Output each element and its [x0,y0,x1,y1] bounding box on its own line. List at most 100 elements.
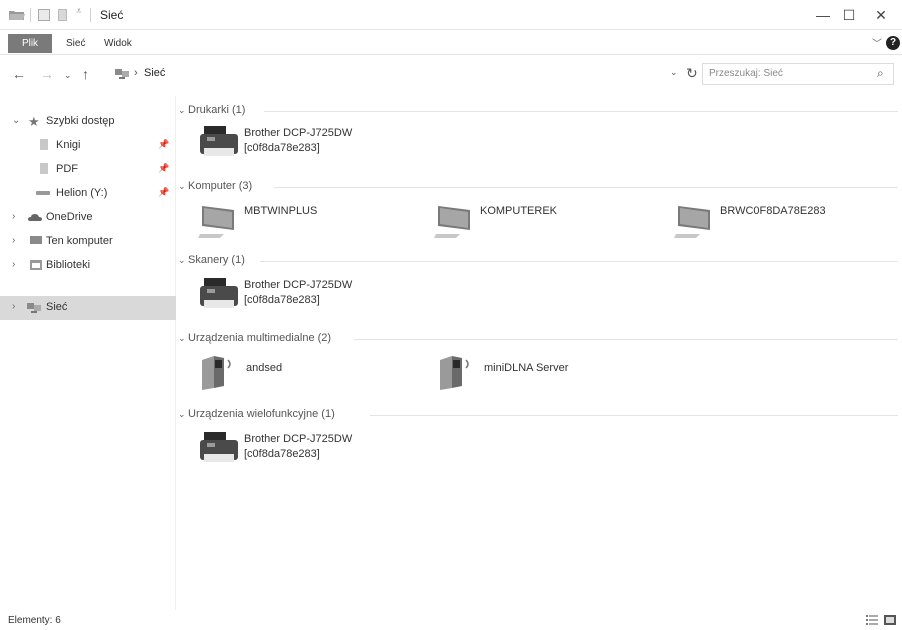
sidebar-item-quick-access[interactable]: ⌄ ★ Szybki dostęp [0,110,176,134]
computer-icon [674,206,710,238]
chevron-right-icon[interactable]: › [12,235,15,246]
list-item[interactable]: andsed [200,352,430,396]
list-item[interactable]: KOMPUTEREK [434,202,664,246]
list-item[interactable]: Brother DCP-J725DW [c0f8da78e283] [198,276,428,320]
pin-icon[interactable]: 📌 [158,139,169,150]
pin-icon[interactable]: 📌 [158,163,169,174]
list-item[interactable]: miniDLNA Server [438,352,668,396]
list-item[interactable]: Brother DCP-J725DW [c0f8da78e283] [198,124,428,168]
divider [264,111,898,112]
new-folder-icon[interactable] [58,9,67,21]
computer-icon [30,236,42,244]
folder-icon[interactable] [8,9,26,21]
item-name: MBTWINPLUS [244,205,318,217]
item-name: andsed [246,362,283,374]
address-bar-row: ← → ⌄ ↑ › Sieć ⌄ ↻ Przeszukaj: Sieć ⌕ [0,56,902,92]
group-header-media-devices[interactable]: ⌄ Urządzenia multimedialne (2) [178,332,898,346]
expand-ribbon-icon[interactable]: ﹀ [872,35,882,50]
up-button[interactable]: ↑ [82,66,89,82]
group-header-scanners[interactable]: ⌄ Skanery (1) [178,254,898,268]
sidebar-item-label: Ten komputer [46,235,113,247]
pin-icon[interactable]: 📌 [158,187,169,198]
sidebar-item-pdf[interactable]: PDF 📌 [0,158,176,182]
search-input[interactable]: Przeszukaj: Sieć ⌕ [702,63,894,85]
address-field[interactable]: › Sieć ⌄ ↻ [108,63,700,85]
chevron-down-icon[interactable]: ⌄ [178,255,186,266]
breadcrumb-chevron-icon[interactable]: › [134,67,138,79]
file-list: ⌄ Drukarki (1) Brother DCP-J725DW [c0f8d… [178,96,900,610]
separator [30,8,31,22]
list-item[interactable]: Brother DCP-J725DW [c0f8da78e283] [198,430,428,474]
item-name: Brother DCP-J725DW [244,279,353,291]
network-icon [115,69,129,79]
item-subtitle: [c0f8da78e283] [244,448,320,460]
search-icon[interactable]: ⌕ [877,66,884,81]
network-drive-icon [36,191,50,195]
sidebar-item-label: Knigi [56,139,81,151]
chevron-down-icon[interactable]: ⌄ [12,115,20,126]
divider [274,187,898,188]
sidebar-item-network[interactable]: › Sieć [0,296,176,320]
tab-file[interactable]: Plik [8,34,52,53]
details-view-icon[interactable] [866,615,878,625]
sidebar-item-helion[interactable]: Helion (Y:) 📌 [0,182,176,206]
group-header-multifunction-devices[interactable]: ⌄ Urządzenia wielofunkcyjne (1) [178,408,898,422]
item-name: miniDLNA Server [484,362,569,374]
ribbon: Plik Sieć Widok ﹀ ? [0,31,902,55]
group-title: Komputer (3) [188,180,253,192]
divider [370,415,898,416]
close-button[interactable]: ✕ [858,0,902,30]
sidebar-item-libraries[interactable]: › Biblioteki [0,254,176,278]
cloud-icon [28,214,42,221]
chevron-right-icon[interactable]: › [12,259,15,270]
refresh-icon[interactable]: ↻ [686,65,698,82]
media-device-icon [440,356,469,390]
printer-icon [200,278,238,308]
group-title: Skanery (1) [188,254,245,266]
group-title: Urządzenia wielofunkcyjne (1) [188,408,335,420]
forward-button[interactable]: → [40,66,54,82]
chevron-down-icon[interactable]: ⌄ [178,181,186,192]
chevron-right-icon[interactable]: › [12,211,15,222]
sidebar-item-label: Sieć [46,301,68,313]
list-item[interactable]: MBTWINPLUS [198,202,428,246]
divider [354,339,898,340]
properties-icon[interactable] [38,9,50,21]
group-title: Urządzenia multimedialne (2) [188,332,332,344]
back-button[interactable]: ← [12,66,26,82]
address-dropdown-icon[interactable]: ⌄ [670,67,678,78]
sidebar-item-label: OneDrive [46,211,93,223]
sidebar-item-onedrive[interactable]: › OneDrive [0,206,176,230]
chevron-right-icon[interactable]: › [12,301,15,312]
sidebar-item-knigi[interactable]: Knigi 📌 [0,134,176,158]
sidebar-item-label: PDF [56,163,78,175]
group-header-computers[interactable]: ⌄ Komputer (3) [178,180,898,194]
divider [260,261,898,262]
group-title: Drukarki (1) [188,104,246,116]
status-bar: Elementy: 6 [0,610,902,630]
tiles-view-icon[interactable] [884,615,896,625]
recent-locations-button[interactable]: ⌄ [64,70,72,81]
navigation-pane: ⌄ ★ Szybki dostęp Knigi 📌 PDF 📌 Helion (… [0,96,176,610]
tab-network[interactable]: Sieć [66,34,85,53]
chevron-down-icon[interactable]: ⌄ [178,333,186,344]
chevron-down-icon[interactable]: ⌄ [178,409,186,420]
tab-view[interactable]: Widok [104,34,132,53]
item-name: Brother DCP-J725DW [244,127,353,139]
sidebar-item-this-pc[interactable]: › Ten komputer [0,230,176,254]
folder-icon [40,139,48,150]
window-title: Sieć [100,8,124,22]
help-icon[interactable]: ? [886,36,900,50]
item-subtitle: [c0f8da78e283] [244,142,320,154]
list-item[interactable]: BRWC0F8DA78E283 [674,202,902,246]
search-placeholder: Przeszukaj: Sieć [709,68,783,79]
chevron-down-icon[interactable]: ⌄ [178,105,186,116]
separator [90,8,91,22]
network-icon [27,303,41,313]
item-name: Brother DCP-J725DW [244,433,353,445]
breadcrumb[interactable]: Sieć [144,67,165,79]
item-name: KOMPUTEREK [480,205,558,217]
customize-toolbar-icon[interactable]: ⩡ [76,6,82,17]
star-icon: ★ [28,114,40,129]
group-header-printers[interactable]: ⌄ Drukarki (1) [178,104,898,118]
